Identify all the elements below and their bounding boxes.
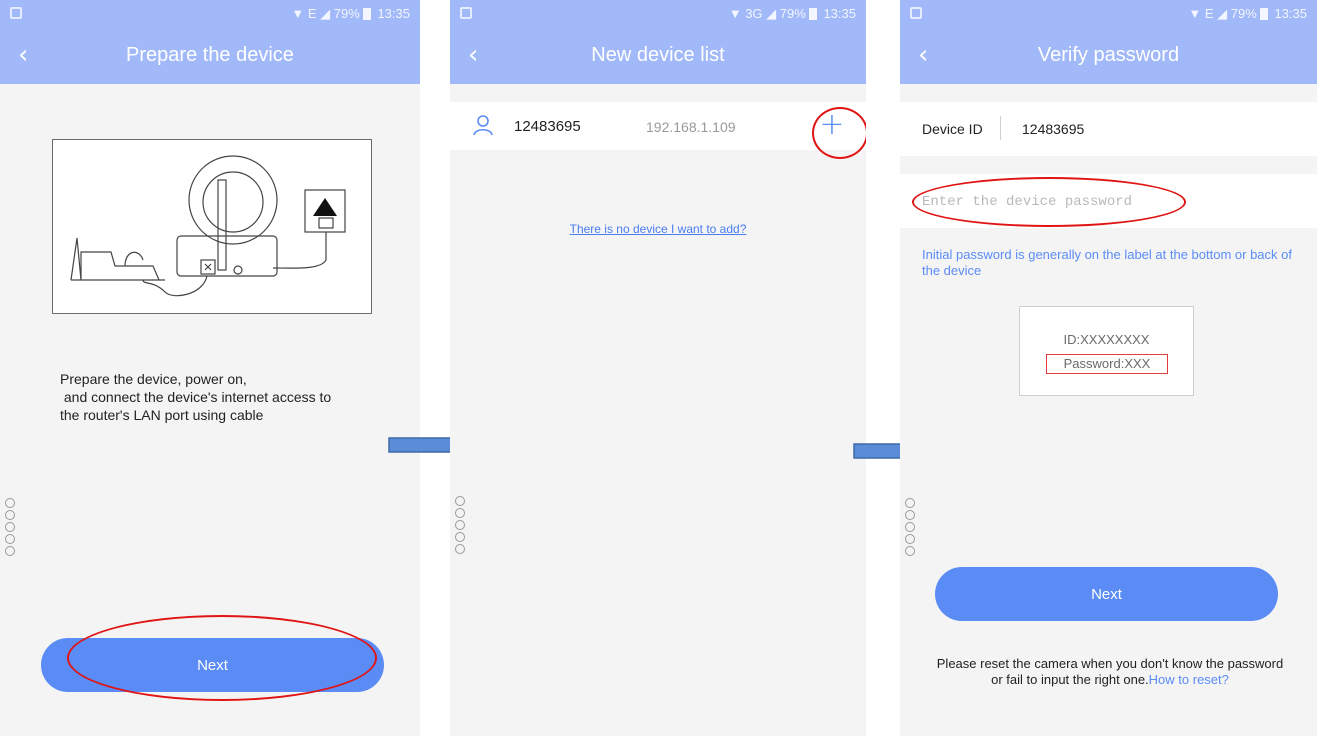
page-title: New device list bbox=[591, 44, 725, 66]
page-title: Verify password bbox=[1037, 44, 1180, 66]
reset-message: Please reset the camera when you don't k… bbox=[936, 656, 1284, 687]
screen-new-device-list: ▼ 3G ◢ 79% 13:35 ‹ New device list 12483… bbox=[450, 0, 866, 736]
screen-verify-password: ▼ E ◢ 79% 13:35 ‹ Verify password Device… bbox=[900, 0, 1317, 736]
device-ip: 192.168.1.109 bbox=[646, 119, 736, 135]
password-hint: Initial password is generally on the lab… bbox=[922, 247, 1292, 278]
no-device-link[interactable]: There is no device I want to add? bbox=[450, 222, 866, 236]
status-indicators: ▼ 3G ◢ 79% 13:35 bbox=[729, 6, 856, 22]
signal-icon: ◢ bbox=[766, 6, 777, 21]
signal-icon: ◢ bbox=[320, 6, 331, 21]
status-indicators: ▼ E ◢ 79% 13:35 bbox=[1188, 6, 1307, 22]
page-title: Prepare the device bbox=[126, 44, 294, 66]
clock: 13:35 bbox=[1274, 6, 1307, 21]
app-bar: ‹ New device list bbox=[450, 28, 866, 84]
device-id-label: Device ID bbox=[922, 121, 983, 137]
status-bar: ▼ E ◢ 79% 13:35 bbox=[900, 0, 1317, 28]
wifi-icon: ▼ bbox=[291, 6, 305, 21]
next-button[interactable]: Next bbox=[41, 638, 384, 692]
network-type: E bbox=[307, 6, 317, 21]
device-id-row: Device ID 12483695 bbox=[900, 102, 1317, 156]
label-id: ID:XXXXXXXX bbox=[1063, 332, 1150, 347]
router-camera-diagram bbox=[70, 155, 346, 297]
wifi-icon: ▼ bbox=[1188, 6, 1202, 21]
up-arrow-icon bbox=[313, 198, 337, 216]
label-password: Password:XXX bbox=[1046, 354, 1168, 374]
battery-percent: 79% bbox=[779, 6, 806, 21]
preparation-instructions: Prepare the device, power on, and connec… bbox=[60, 370, 400, 424]
user-icon bbox=[473, 115, 493, 136]
screen-prepare-device: ▼ E ◢ 79% 13:35 ‹ Prepare the device Pre… bbox=[0, 0, 420, 736]
network-type: E bbox=[1204, 6, 1214, 21]
device-id: 12483695 bbox=[514, 118, 581, 135]
app-bar: ‹ Prepare the device bbox=[0, 28, 420, 84]
instruction-line: the router's LAN port using cable bbox=[60, 407, 264, 423]
divider bbox=[1000, 116, 1001, 140]
clock: 13:35 bbox=[377, 6, 410, 21]
notification-app-icon bbox=[460, 7, 472, 19]
device-id-value: 12483695 bbox=[1022, 121, 1085, 137]
instruction-line: and connect the device's internet access… bbox=[60, 389, 332, 405]
password-row bbox=[900, 174, 1317, 228]
notification-app-icon bbox=[910, 7, 922, 19]
wifi-icon: ▼ bbox=[728, 6, 742, 21]
device-label-example: ID:XXXXXXXX Password:XXX bbox=[1019, 306, 1194, 396]
status-bar: ▼ E ◢ 79% 13:35 bbox=[0, 0, 420, 28]
side-handle-icon[interactable] bbox=[455, 496, 467, 556]
how-to-reset-link[interactable]: How to reset? bbox=[1149, 672, 1229, 687]
signal-icon: ◢ bbox=[1217, 6, 1228, 21]
device-list-item[interactable]: 12483695 192.168.1.109 + bbox=[450, 102, 866, 150]
app-bar: ‹ Verify password bbox=[900, 28, 1317, 84]
battery-icon bbox=[1259, 8, 1268, 20]
battery-icon bbox=[808, 8, 817, 20]
battery-icon bbox=[362, 8, 371, 20]
clock: 13:35 bbox=[823, 6, 856, 21]
add-device-plus-icon[interactable]: + bbox=[812, 106, 852, 146]
reset-instructions: Please reset the camera when you don't k… bbox=[930, 656, 1290, 688]
network-type: 3G bbox=[745, 6, 763, 21]
battery-percent: 79% bbox=[333, 6, 360, 21]
device-password-input[interactable] bbox=[920, 186, 1284, 218]
status-indicators: ▼ E ◢ 79% 13:35 bbox=[291, 6, 410, 22]
status-bar: ▼ 3G ◢ 79% 13:35 bbox=[450, 0, 866, 28]
next-button[interactable]: Next bbox=[935, 567, 1278, 621]
battery-percent: 79% bbox=[1230, 6, 1257, 21]
side-handle-icon[interactable] bbox=[905, 498, 917, 558]
notification-app-icon bbox=[10, 7, 22, 19]
device-connection-illustration bbox=[52, 139, 372, 314]
side-handle-icon[interactable] bbox=[5, 498, 17, 558]
instruction-line: Prepare the device, power on, bbox=[60, 371, 247, 387]
